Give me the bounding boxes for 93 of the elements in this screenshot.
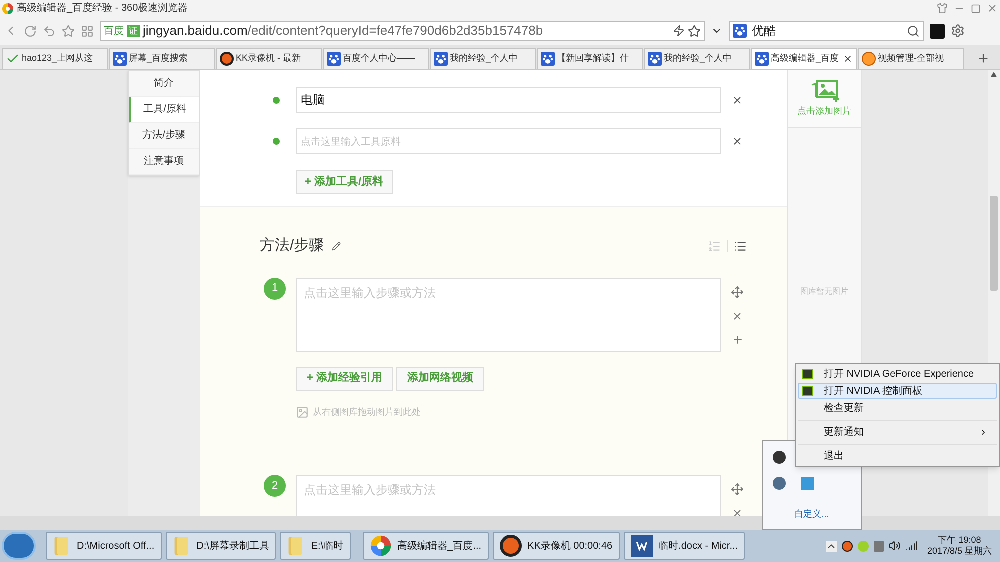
- word-icon: [630, 535, 653, 557]
- grid-icon[interactable]: [81, 24, 94, 38]
- step-input[interactable]: 点击这里输入步骤或方法: [296, 475, 721, 516]
- browser-tab[interactable]: 【新回享解读】什: [537, 48, 643, 69]
- folder-icon: [172, 535, 191, 557]
- nvidia-icon: [802, 386, 813, 396]
- browser-tab[interactable]: KK录像机 - 最新: [216, 48, 322, 69]
- volume-icon[interactable]: [889, 540, 902, 552]
- refresh-icon[interactable]: [24, 24, 37, 38]
- scroll-up-icon[interactable]: [991, 72, 997, 78]
- folder-icon: [287, 535, 306, 557]
- tool-input[interactable]: 点击这里输入工具原料: [296, 128, 721, 154]
- remove-icon[interactable]: [732, 94, 743, 106]
- recorder-icon: [220, 52, 234, 66]
- close-icon[interactable]: [987, 3, 998, 14]
- network-tray-icon[interactable]: [874, 540, 884, 552]
- paw-icon: [755, 52, 769, 66]
- lightning-icon[interactable]: [673, 25, 685, 37]
- site-label: 百度: [104, 24, 124, 38]
- move-icon[interactable]: [731, 286, 744, 298]
- recorder-tray-icon[interactable]: [842, 540, 854, 552]
- maximize-icon[interactable]: [971, 4, 981, 14]
- nav-item[interactable]: 注意事项: [129, 149, 199, 175]
- tray-app-icon[interactable]: [773, 451, 786, 464]
- tab-close-icon[interactable]: [843, 54, 853, 64]
- folder-icon: [53, 535, 71, 557]
- browser-tab[interactable]: 高级编辑器_百度: [751, 48, 857, 69]
- taskbar-button[interactable]: E:\临时: [280, 532, 351, 560]
- new-tab-icon[interactable]: [977, 52, 990, 65]
- search-field[interactable]: 优酷: [729, 21, 924, 41]
- empty-gallery-text: 图库暂无图片: [800, 286, 848, 298]
- address-field[interactable]: 百度 证 jingyan.baidu.com/edit/content?queryId=fe47fe790d6b2d35b157478b: [100, 21, 705, 41]
- tool-input[interactable]: 电脑: [296, 87, 721, 113]
- favorite-icon[interactable]: [688, 24, 701, 38]
- remove-icon[interactable]: [732, 136, 743, 146]
- star-icon[interactable]: [62, 24, 75, 38]
- move-icon[interactable]: [731, 483, 744, 496]
- remove-icon[interactable]: [732, 508, 743, 516]
- image-icon: [296, 406, 309, 419]
- taskbar-button[interactable]: D:\屏幕录制工具: [166, 532, 276, 560]
- browser-tab[interactable]: 我的经验_个人中: [644, 48, 750, 69]
- nav-item[interactable]: 简介: [129, 71, 199, 97]
- remove-icon[interactable]: [732, 310, 743, 322]
- taskbar-button[interactable]: 高级编辑器_百度...: [362, 532, 489, 560]
- add-image-icon: [810, 78, 840, 103]
- browser-tab[interactable]: hao123_上网从这: [2, 48, 108, 69]
- clock[interactable]: 下午 19:08 2017/8/5 星期六: [927, 535, 992, 557]
- browser-tab[interactable]: 屏幕_百度搜索: [109, 48, 215, 69]
- bullet-list-icon[interactable]: [734, 240, 747, 253]
- paw-icon: [434, 52, 448, 66]
- customize-link[interactable]: 自定义...: [763, 508, 861, 521]
- nvidia-icon: [802, 369, 813, 379]
- recorder-icon: [500, 535, 522, 557]
- drop-hint: 从右侧图库拖动图片到此处: [313, 406, 421, 418]
- undo-icon[interactable]: [43, 24, 56, 38]
- url-text: jingyan.baidu.com/edit/content?queryId=fe47fe790d6b2d35b157478b: [143, 22, 544, 40]
- search-icon[interactable]: [907, 24, 920, 38]
- menu-item[interactable]: 退出: [798, 448, 997, 464]
- search-value: 优酷: [752, 23, 776, 40]
- paw-icon: [733, 24, 747, 38]
- skin-icon[interactable]: [937, 3, 948, 14]
- nav-item[interactable]: 工具/原料: [129, 97, 199, 123]
- section-title: 方法/步骤: [260, 236, 324, 256]
- menu-item[interactable]: 检查更新: [798, 400, 997, 416]
- menu-item[interactable]: 打开 NVIDIA 控制面板: [798, 383, 997, 399]
- step-input[interactable]: 点击这里输入步骤或方法: [296, 278, 721, 352]
- extension-icon[interactable]: [930, 24, 945, 38]
- browser-tab[interactable]: 我的经验_个人中: [430, 48, 536, 69]
- step-number: 1: [264, 278, 286, 300]
- signal-icon[interactable]: [906, 540, 918, 552]
- paw-icon: [541, 52, 555, 66]
- step-number: 2: [264, 475, 286, 497]
- browser-tab[interactable]: 视频管理-全部视: [858, 48, 964, 69]
- menu-item[interactable]: 更新通知: [798, 424, 997, 440]
- add-icon[interactable]: [732, 334, 744, 346]
- show-hidden-icons[interactable]: [826, 540, 838, 552]
- settings-icon[interactable]: [951, 24, 965, 38]
- browser-tab[interactable]: 百度个人中心——: [323, 48, 429, 69]
- cert-badge: 证: [127, 25, 140, 37]
- menu-item[interactable]: 打开 NVIDIA GeForce Experience: [798, 366, 997, 382]
- video-icon: [862, 52, 876, 66]
- window-title: 高级编辑器_百度经验 - 360极速浏览器: [17, 2, 188, 16]
- scroll-thumb[interactable]: [990, 196, 998, 291]
- edit-icon[interactable]: [332, 242, 342, 251]
- taskbar-button[interactable]: D:\Microsoft Off...: [46, 532, 162, 560]
- nav-item[interactable]: 方法/步骤: [129, 123, 199, 149]
- paw-icon: [648, 52, 662, 66]
- taskbar-button[interactable]: 临时.docx - Micr...: [624, 532, 746, 560]
- start-button[interactable]: [2, 532, 36, 560]
- paw-icon: [113, 52, 127, 66]
- taskbar-button[interactable]: KK录像机 00:00:46: [492, 532, 620, 560]
- paw-icon: [327, 52, 341, 66]
- browser-logo-icon: [370, 535, 392, 557]
